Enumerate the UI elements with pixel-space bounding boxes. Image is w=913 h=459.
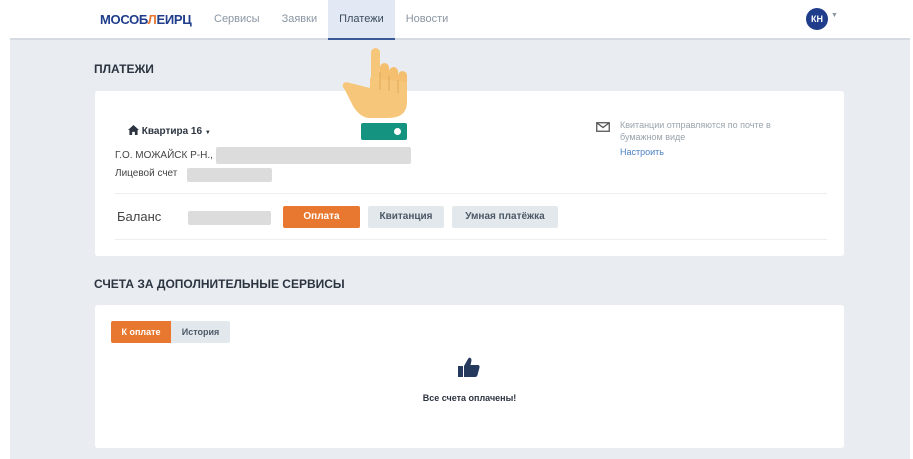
app-frame: МОСОБЛЕИРЦ Сервисы Заявки Платежи Новост…	[10, 0, 910, 459]
account-card: Квартира 16 ▼ Г.О. МОЖАЙСК Р-Н., Лицевой…	[95, 91, 844, 256]
payments-section-title: ПЛАТЕЖИ	[94, 62, 154, 76]
address-redacted	[216, 147, 411, 164]
balance-redacted	[188, 211, 271, 225]
configure-link[interactable]: Настроить	[620, 147, 664, 157]
extra-services-card: К оплате История Все счета оплачены!	[95, 305, 844, 448]
extra-services-title: СЧЕТА ЗА ДОПОЛНИТЕЛЬНЫЕ СЕРВИСЫ	[94, 277, 345, 291]
user-avatar[interactable]: КН	[806, 8, 828, 30]
thumbs-up-icon	[458, 357, 480, 382]
smart-payment-button[interactable]: Умная платёжка	[452, 206, 558, 228]
account-number-redacted	[187, 168, 272, 182]
nav-news[interactable]: Новости	[395, 0, 460, 40]
receipt-button[interactable]: Квитанция	[368, 206, 444, 228]
tab-to-pay[interactable]: К оплате	[111, 321, 171, 343]
main-nav: Сервисы Заявки Платежи Новости	[203, 0, 459, 40]
caret-down-icon: ▼	[204, 130, 211, 136]
account-line: Лицевой счет	[115, 168, 178, 179]
flat-selector[interactable]: Квартира 16 ▼	[128, 125, 211, 137]
flat-toggle[interactable]	[361, 123, 407, 140]
nav-requests[interactable]: Заявки	[271, 0, 329, 40]
caret-down-icon[interactable]: ▼	[831, 12, 838, 19]
divider	[115, 193, 827, 194]
all-paid-message: Все счета оплачены!	[422, 393, 517, 403]
top-navbar: МОСОБЛЕИРЦ Сервисы Заявки Платежи Новост…	[10, 0, 910, 40]
nav-payments[interactable]: Платежи	[328, 0, 395, 40]
pointing-hand-icon	[340, 48, 412, 123]
flat-label: Квартира 16	[141, 126, 203, 137]
toggle-knob	[394, 128, 401, 135]
delivery-notice: Квитанции отправляются по почте в бумажн…	[620, 120, 771, 142]
pay-button[interactable]: Оплата	[283, 206, 360, 228]
logo[interactable]: МОСОБЛЕИРЦ	[100, 12, 192, 27]
nav-services[interactable]: Сервисы	[203, 0, 271, 40]
balance-label: Баланс	[117, 209, 162, 224]
home-icon	[128, 125, 142, 137]
address-line: Г.О. МОЖАЙСК Р-Н.,	[115, 150, 213, 161]
mail-icon	[596, 119, 610, 137]
divider	[115, 239, 827, 240]
tab-history[interactable]: История	[171, 321, 230, 343]
